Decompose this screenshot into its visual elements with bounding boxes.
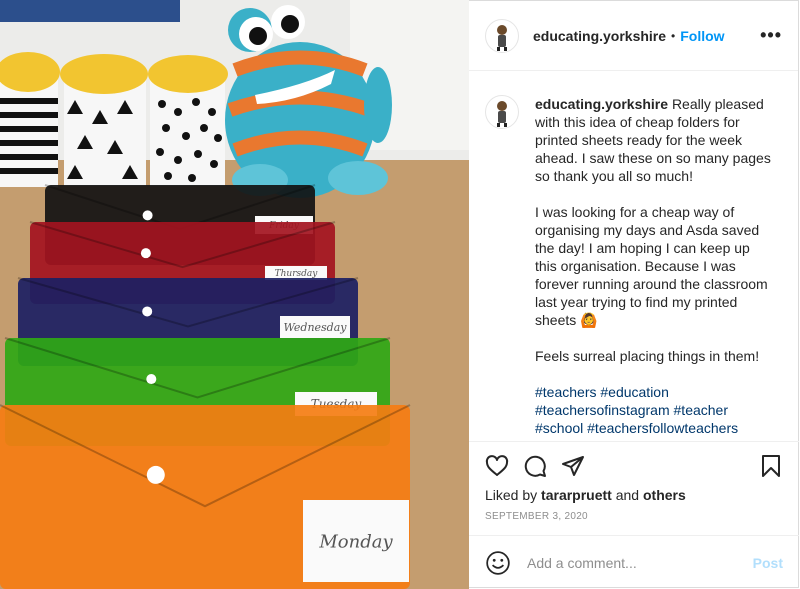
folder-snap-button [146,374,157,385]
emoji-icon[interactable] [485,550,511,576]
jar-striped [0,52,60,187]
post-sidebar: educating.yorkshire • Follow ••• educati… [469,0,799,588]
avatar-icon [497,24,507,51]
caption-area[interactable]: educating.yorkshire Really pleased with … [469,71,799,441]
like-heart-icon[interactable] [485,454,509,478]
liked-by-prefix: Liked by [485,487,538,503]
follow-button[interactable]: Follow [680,28,724,44]
comment-box: Post [469,535,799,589]
liked-by-and: and [615,487,640,503]
liked-by-others[interactable]: others [643,487,686,503]
more-options-icon[interactable]: ••• [760,25,782,46]
caption-paragraph-2: I was looking for a cheap way of organis… [535,204,768,328]
jar-triangles [60,54,148,186]
photo-illustration: FridayThursdayWednesdayTuesdayMonday [0,0,469,589]
post-date[interactable]: SEPTEMBER 3, 2020 [485,511,588,522]
post-comment-button[interactable]: Post [753,555,783,571]
caption-row: educating.yorkshire Really pleased with … [485,95,783,441]
separator-dot: • [671,28,676,43]
folder-snap-button [142,210,153,221]
post-header: educating.yorkshire • Follow ••• [469,1,798,71]
caption-username[interactable]: educating.yorkshire [535,96,668,112]
caption-paragraph-3: Feels surreal placing things in them! [535,348,760,364]
folder-monday: Monday [0,404,411,589]
folder-snap-button [140,248,151,259]
share-paper-plane-icon[interactable] [561,454,585,478]
save-bookmark-icon[interactable] [759,454,783,478]
folder-label-text: Wednesday [283,321,347,334]
folder-label-text: Thursday [275,269,319,279]
folder-snap-button [146,465,165,484]
header-username[interactable]: educating.yorkshire [533,28,666,44]
comment-input[interactable] [525,553,753,572]
caption-hashtags[interactable]: #teachers #education #teachersofinstagra… [535,383,775,441]
folder-snap-button [142,306,153,317]
liked-by: Liked by tararpruett and others [485,487,686,503]
folder-label-text: Monday [318,531,393,552]
post-photo[interactable]: FridayThursdayWednesdayTuesdayMonday [0,0,469,589]
jar-dots [148,55,228,186]
caption-text: educating.yorkshire Really pleased with … [535,95,775,441]
caption-avatar[interactable] [485,95,519,129]
action-bar [469,441,799,489]
liked-by-user[interactable]: tararpruett [541,487,612,503]
avatar[interactable] [485,18,519,53]
avatar-icon [497,101,507,127]
comment-bubble-icon[interactable] [523,454,547,478]
